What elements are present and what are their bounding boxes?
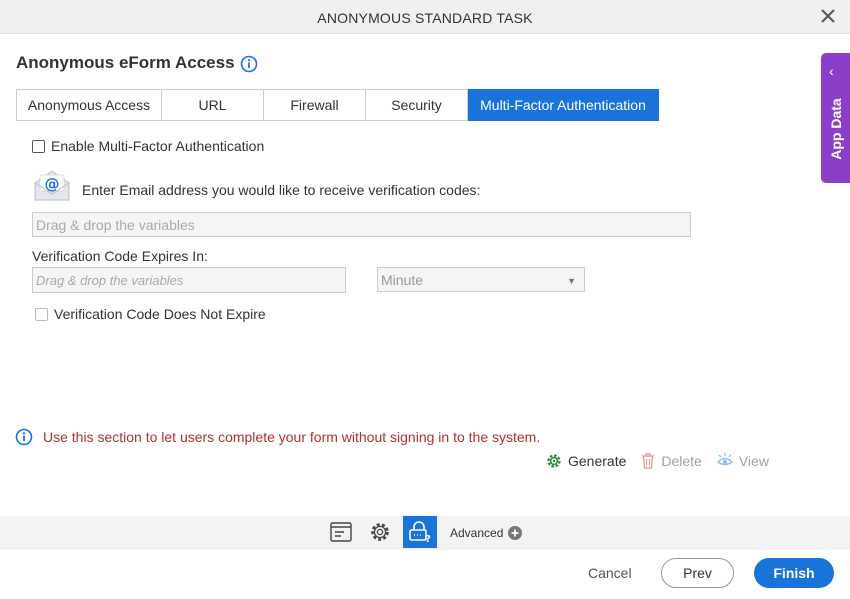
advanced-button[interactable]: Advanced [450, 526, 523, 540]
email-input[interactable]: Drag & drop the variables [32, 212, 691, 237]
anonymous-access-tool-button[interactable]: ? [403, 516, 437, 548]
view-icon [716, 453, 733, 466]
tab-security[interactable]: Security [366, 89, 468, 121]
info-message: Use this section to let users complete y… [43, 429, 541, 445]
dialog-title-bar: ANONYMOUS STANDARD TASK [0, 0, 850, 34]
app-data-panel-toggle[interactable]: ‹ App Data [821, 53, 850, 183]
expires-input[interactable]: Drag & drop the variables [32, 267, 346, 293]
advanced-label: Advanced [450, 526, 504, 540]
email-label: Enter Email address you would like to re… [82, 182, 481, 198]
app-data-label: App Data [828, 98, 844, 160]
expires-unit-value: Minute [381, 271, 424, 288]
gear-icon [547, 454, 561, 468]
form-icon [330, 522, 352, 542]
prev-button[interactable]: Prev [661, 558, 734, 588]
trash-icon [642, 453, 655, 469]
delete-button[interactable]: Delete [640, 452, 702, 470]
tab-url[interactable]: URL [162, 89, 264, 121]
no-expire-label: Verification Code Does Not Expire [54, 306, 266, 322]
finish-button[interactable]: Finish [754, 558, 834, 588]
tab-bar: Anonymous Access URL Firewall Security M… [16, 89, 659, 121]
enable-mfa-label: Enable Multi-Factor Authentication [51, 138, 265, 154]
info-icon [15, 428, 33, 446]
svg-text:?: ? [425, 534, 431, 543]
dialog-title: ANONYMOUS STANDARD TASK [317, 10, 533, 26]
expires-label: Verification Code Expires In: [32, 248, 208, 264]
no-expire-checkbox[interactable] [35, 307, 48, 321]
caret-down-icon: ▼ [567, 276, 576, 286]
expires-unit-select[interactable]: Minute ▼ [377, 267, 585, 292]
cancel-button[interactable]: Cancel [588, 565, 632, 581]
tab-anonymous-access[interactable]: Anonymous Access [16, 89, 162, 121]
settings-icon [371, 523, 389, 541]
enable-mfa-row: Enable Multi-Factor Authentication [32, 138, 264, 154]
info-message-row: Use this section to let users complete y… [15, 428, 540, 446]
tab-multi-factor-authentication[interactable]: Multi-Factor Authentication [468, 89, 659, 121]
view-label: View [738, 453, 769, 469]
settings-tool-button[interactable] [363, 516, 397, 548]
bottom-toolbar: ? Advanced [0, 516, 850, 550]
form-tool-button[interactable] [324, 516, 358, 548]
email-icon: @ [34, 170, 70, 201]
chevron-left-icon: ‹ [829, 63, 834, 79]
plus-circle-icon [508, 526, 523, 540]
page-title: Anonymous eForm Access [16, 53, 235, 72]
lock-question-icon: ? [409, 521, 431, 543]
tab-firewall[interactable]: Firewall [264, 89, 366, 121]
no-expire-row: Verification Code Does Not Expire [35, 306, 266, 322]
generate-label: Generate [568, 453, 627, 469]
svg-text:@: @ [45, 175, 60, 193]
close-icon[interactable] [820, 8, 836, 24]
enable-mfa-checkbox[interactable] [32, 139, 45, 153]
view-button[interactable]: View [716, 452, 769, 470]
generate-button[interactable]: Generate [545, 452, 626, 470]
info-icon[interactable] [240, 55, 258, 73]
delete-label: Delete [661, 453, 702, 469]
action-bar: Generate Delete View [545, 452, 783, 470]
